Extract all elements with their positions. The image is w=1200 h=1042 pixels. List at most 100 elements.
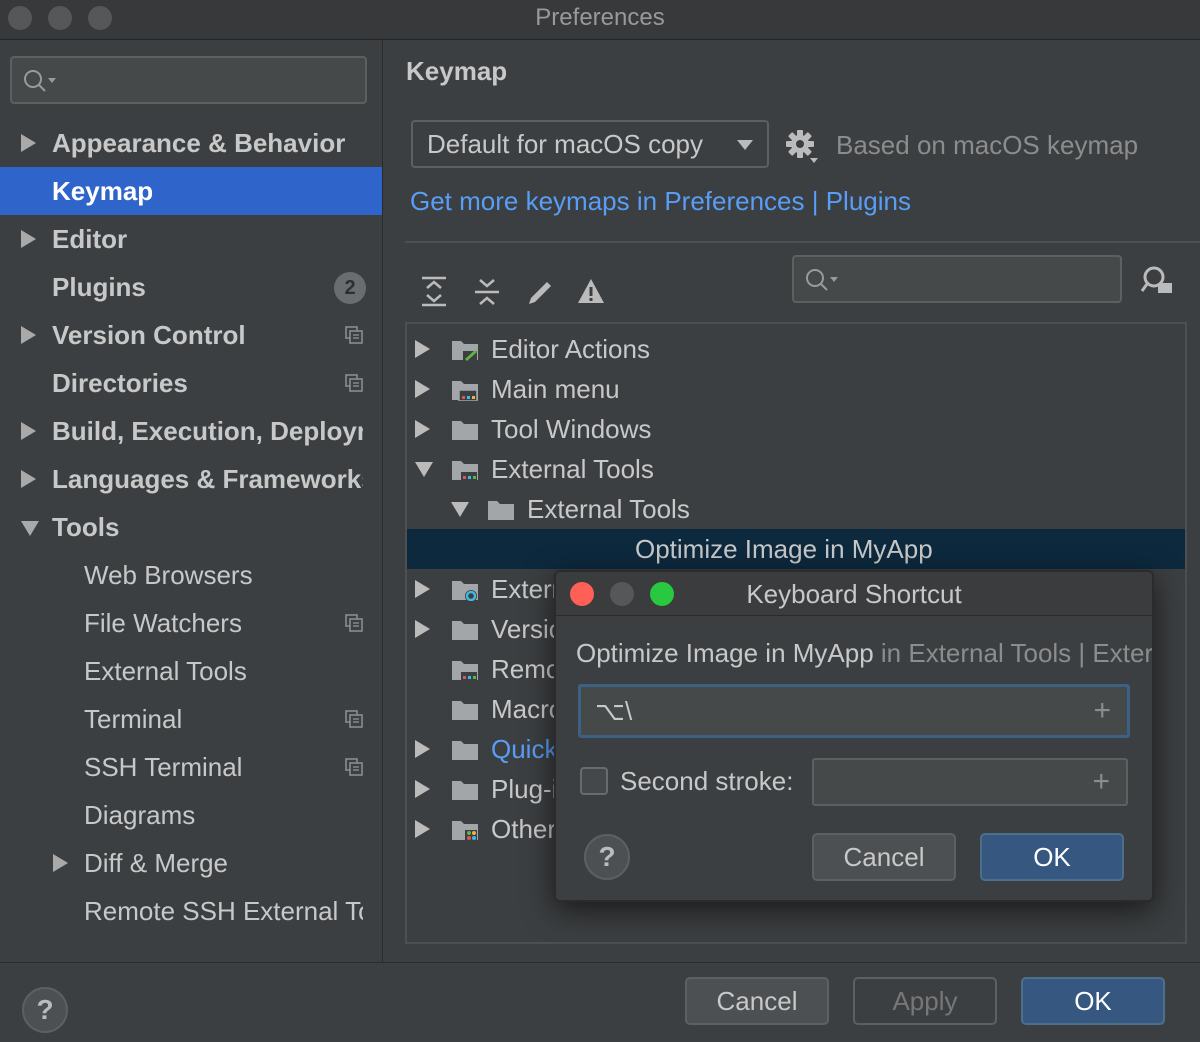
dialog-help-button[interactable]: ? (584, 834, 630, 880)
chevron-right-icon[interactable] (415, 420, 430, 438)
sidebar-item-label: Diagrams (84, 800, 196, 830)
settings-sidebar: Appearance & Behavior Keymap Editor Plugins… (0, 40, 383, 962)
sidebar-item-label: Languages & Frameworks (52, 464, 363, 494)
project-level-icon (345, 710, 363, 728)
find-by-shortcut-icon[interactable] (1140, 265, 1174, 295)
chevron-right-icon[interactable] (415, 380, 430, 398)
sidebar-item[interactable]: File Watchers (0, 599, 382, 647)
other-icon (452, 821, 478, 841)
action-search-input[interactable] (792, 255, 1122, 303)
collapse-all-icon[interactable] (473, 276, 501, 308)
help-button[interactable]: ? (22, 987, 68, 1033)
add-second-stroke-icon[interactable]: + (1092, 760, 1110, 804)
sidebar-item[interactable]: Editor (0, 215, 382, 263)
external-tools-icon (452, 661, 478, 681)
sidebar-item-label: Version Control (52, 320, 246, 350)
sidebar-item-label: Diff & Merge (84, 848, 229, 878)
sidebar-item[interactable]: External Tools (0, 647, 382, 695)
search-icon (24, 70, 56, 92)
sidebar-item[interactable]: Directories (0, 359, 382, 407)
keymap-select[interactable]: Default for macOS copy (411, 120, 769, 168)
sidebar-item[interactable]: Languages & Frameworks (0, 455, 382, 503)
second-stroke-checkbox[interactable] (580, 767, 608, 795)
sidebar-item-label: Plugins (52, 272, 146, 302)
chevron-down-icon[interactable] (451, 502, 469, 517)
dialog-title-bar: Keyboard Shortcut (556, 572, 1152, 616)
expand-all-icon[interactable] (420, 276, 448, 308)
sidebar-item[interactable]: Diagrams (0, 791, 382, 839)
sidebar-item[interactable]: Build, Execution, Deployment (0, 407, 382, 455)
edit-icon[interactable] (525, 276, 555, 308)
sidebar-item[interactable]: Keymap (0, 167, 382, 215)
tree-row-label: External Tools (527, 494, 690, 524)
editor-actions-icon (452, 341, 478, 361)
second-stroke-label: Second stroke: (620, 766, 794, 796)
sidebar-item-label: Build, Execution, Deployment (52, 416, 363, 446)
warning-icon[interactable] (576, 276, 606, 308)
tree-row-label: Main menu (491, 374, 620, 404)
cancel-button[interactable]: Cancel (685, 977, 829, 1025)
sidebar-item[interactable]: Version Control (0, 311, 382, 359)
tree-row[interactable]: Main menu (407, 369, 1185, 409)
sidebar-item[interactable]: Web Browsers (0, 551, 382, 599)
chevron-down-icon[interactable] (21, 521, 39, 536)
chevron-right-icon[interactable] (415, 340, 430, 358)
folder-icon (452, 701, 478, 720)
second-stroke-input[interactable]: + (812, 758, 1128, 806)
chevron-right-icon[interactable] (415, 580, 430, 598)
add-stroke-icon[interactable]: + (1093, 687, 1111, 735)
folder-icon (452, 621, 478, 640)
chevron-right-icon[interactable] (53, 854, 68, 872)
dialog-cancel-button[interactable]: Cancel (812, 833, 956, 881)
chevron-right-icon[interactable] (415, 740, 430, 758)
tree-row[interactable]: External Tools (407, 489, 1185, 529)
sidebar-item-label: Terminal (84, 704, 183, 734)
gear-icon[interactable] (786, 130, 820, 164)
sidebar-item[interactable]: Diff & Merge (0, 839, 382, 887)
chevron-down-icon (737, 140, 753, 150)
project-level-icon (345, 326, 363, 344)
folder-icon (452, 741, 478, 760)
tree-row[interactable]: Optimize Image in MyApp (407, 529, 1185, 569)
chevron-right-icon[interactable] (21, 326, 36, 344)
settings-search-input[interactable] (10, 56, 367, 104)
chevron-right-icon[interactable] (21, 134, 36, 152)
folder-icon (452, 421, 478, 440)
sidebar-item[interactable]: Appearance & Behavior (0, 119, 382, 167)
update-count-badge: 2 (334, 272, 366, 304)
ok-button[interactable]: OK (1021, 977, 1165, 1025)
sidebar-item[interactable]: SSH Terminal (0, 743, 382, 791)
action-name: Optimize Image in MyApp (576, 638, 874, 668)
tree-row[interactable]: Editor Actions (407, 329, 1185, 369)
sidebar-item-label: Editor (52, 224, 128, 254)
project-level-icon (345, 758, 363, 776)
chevron-right-icon[interactable] (415, 820, 430, 838)
sidebar-item[interactable]: Terminal (0, 695, 382, 743)
tree-row[interactable]: External Tools (407, 449, 1185, 489)
chevron-right-icon[interactable] (415, 780, 430, 798)
project-level-icon (345, 374, 363, 392)
sidebar-item[interactable]: Remote SSH External Tools (0, 887, 382, 935)
apply-button[interactable]: Apply (853, 977, 997, 1025)
sidebar-item[interactable]: Tools (0, 503, 382, 551)
chevron-down-icon[interactable] (415, 462, 433, 477)
folder-icon (488, 501, 514, 520)
sidebar-item[interactable]: Plugins 2 (0, 263, 382, 311)
more-keymaps-link[interactable]: Get more keymaps in Preferences | Plugin… (410, 186, 911, 217)
keyboard-shortcut-dialog: Keyboard Shortcut Optimize Image in MyAp… (554, 570, 1154, 902)
sidebar-item-label: Remote SSH External Tools (84, 896, 363, 926)
tree-row[interactable]: Tool Windows (407, 409, 1185, 449)
search-icon (806, 269, 838, 291)
chevron-right-icon[interactable] (415, 620, 430, 638)
window-title: Preferences (535, 4, 665, 31)
title-bar: Preferences (0, 0, 1200, 40)
main-menu-icon (452, 381, 478, 401)
keymap-select-value: Default for macOS copy (427, 129, 703, 159)
dialog-ok-button[interactable]: OK (980, 833, 1124, 881)
build-systems-icon (452, 581, 478, 601)
first-stroke-input[interactable]: ⌥\ + (578, 684, 1130, 738)
chevron-right-icon[interactable] (21, 422, 36, 440)
chevron-right-icon[interactable] (21, 470, 36, 488)
chevron-right-icon[interactable] (21, 230, 36, 248)
tree-row-label: Editor Actions (491, 334, 650, 364)
